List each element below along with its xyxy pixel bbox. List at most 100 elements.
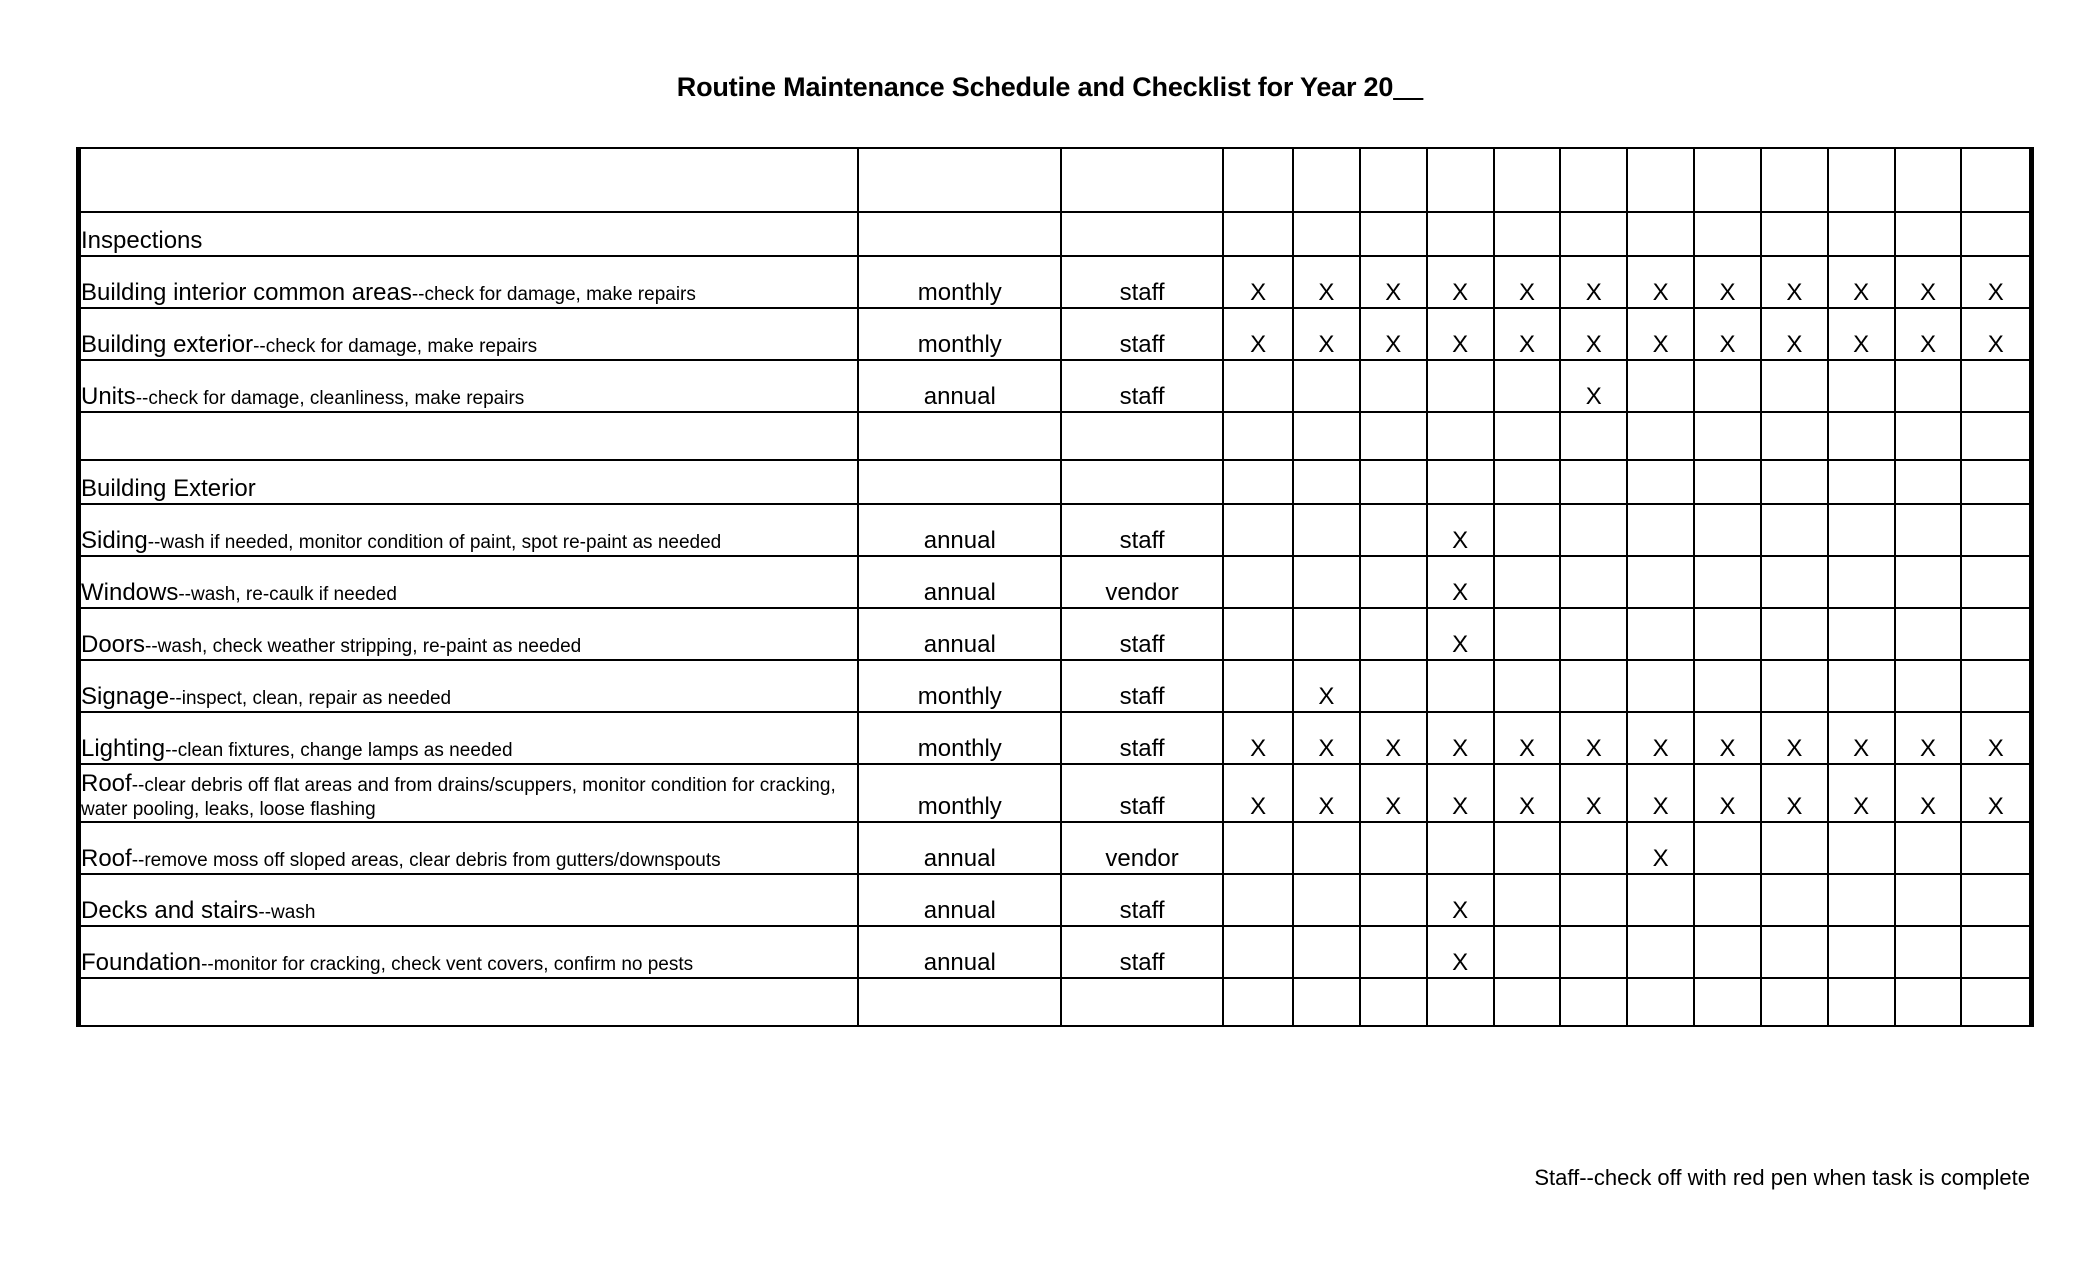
frequency-cell[interactable]: annual [857, 503, 1063, 557]
table-row[interactable]: Building exterior--check for damage, mak… [76, 307, 2035, 361]
month-cell-apr[interactable]: X [1425, 607, 1495, 661]
month-cell-apr[interactable] [1425, 359, 1495, 413]
month-cell-apr[interactable]: X [1425, 503, 1495, 557]
month-cell-aug[interactable]: X [1693, 711, 1762, 765]
month-cell-may[interactable] [1492, 555, 1562, 609]
month-cell-sep[interactable] [1759, 821, 1829, 875]
month-cell-jan[interactable] [1222, 977, 1295, 1027]
month-cell-apr[interactable]: X [1425, 925, 1495, 979]
task-cell[interactable]: Signage--inspect, clean, repair as neede… [76, 659, 860, 713]
frequency-cell[interactable]: monthly [857, 659, 1063, 713]
month-cell-nov[interactable]: X [1893, 255, 1963, 309]
month-cell-may[interactable] [1492, 411, 1562, 461]
month-cell-oct[interactable] [1826, 411, 1896, 461]
month-cell-apr[interactable]: X [1425, 763, 1495, 823]
month-cell-jun[interactable] [1559, 607, 1629, 661]
task-cell[interactable] [76, 977, 860, 1027]
month-cell-oct[interactable] [1826, 359, 1896, 413]
month-cell-jan[interactable] [1222, 359, 1295, 413]
month-cell-dec[interactable]: X [1960, 711, 2035, 765]
task-cell[interactable]: Foundation--monitor for cracking, check … [76, 925, 860, 979]
month-cell-mar[interactable] [1358, 607, 1428, 661]
table-row[interactable]: Roof--clear debris off flat areas and fr… [76, 763, 2035, 823]
month-cell-feb[interactable] [1292, 821, 1361, 875]
month-cell-aug[interactable] [1693, 607, 1762, 661]
frequency-cell[interactable]: monthly [857, 763, 1063, 823]
month-cell-nov[interactable] [1893, 607, 1963, 661]
month-cell-mar[interactable] [1358, 659, 1428, 713]
month-cell-jun[interactable]: X [1559, 307, 1629, 361]
month-cell-feb[interactable] [1292, 607, 1361, 661]
month-cell-may[interactable]: X [1492, 255, 1562, 309]
table-row[interactable]: Foundation--monitor for cracking, check … [76, 925, 2035, 979]
month-cell-oct[interactable] [1826, 659, 1896, 713]
month-cell-mar[interactable]: X [1358, 711, 1428, 765]
month-cell-apr[interactable] [1425, 821, 1495, 875]
month-cell-jul[interactable]: X [1626, 255, 1696, 309]
performed-by-cell[interactable] [1060, 411, 1225, 461]
month-cell-sep[interactable] [1759, 411, 1829, 461]
month-cell-sep[interactable] [1759, 359, 1829, 413]
month-cell-apr[interactable]: X [1425, 873, 1495, 927]
month-cell-jun[interactable]: X [1559, 255, 1629, 309]
month-cell-mar[interactable]: X [1358, 763, 1428, 823]
month-cell-may[interactable] [1492, 977, 1562, 1027]
month-cell-jun[interactable] [1559, 873, 1629, 927]
month-cell-nov[interactable] [1893, 659, 1963, 713]
task-cell[interactable]: Decks and stairs--wash [76, 873, 860, 927]
month-cell-oct[interactable] [1826, 977, 1896, 1027]
month-cell-feb[interactable] [1292, 503, 1361, 557]
month-cell-may[interactable]: X [1492, 711, 1562, 765]
month-cell-jun[interactable] [1559, 503, 1629, 557]
performed-by-cell[interactable] [1060, 977, 1225, 1027]
month-cell-jul[interactable] [1626, 607, 1696, 661]
month-cell-jul[interactable]: X [1626, 711, 1696, 765]
month-cell-jan[interactable]: X [1222, 307, 1295, 361]
month-cell-dec[interactable] [1960, 659, 2035, 713]
month-cell-sep[interactable] [1759, 503, 1829, 557]
frequency-cell[interactable]: annual [857, 359, 1063, 413]
performed-by-cell[interactable]: staff [1060, 925, 1225, 979]
table-blank-row[interactable] [76, 977, 2035, 1027]
month-cell-dec[interactable] [1960, 925, 2035, 979]
month-cell-jul[interactable] [1626, 411, 1696, 461]
month-cell-aug[interactable]: X [1693, 255, 1762, 309]
month-cell-may[interactable] [1492, 659, 1562, 713]
month-cell-feb[interactable] [1292, 873, 1361, 927]
month-cell-jan[interactable]: X [1222, 763, 1295, 823]
month-cell-jan[interactable] [1222, 555, 1295, 609]
month-cell-jan[interactable] [1222, 607, 1295, 661]
month-cell-jan[interactable] [1222, 925, 1295, 979]
performed-by-cell[interactable]: staff [1060, 607, 1225, 661]
frequency-cell[interactable]: annual [857, 873, 1063, 927]
month-cell-oct[interactable]: X [1826, 711, 1896, 765]
month-cell-mar[interactable] [1358, 411, 1428, 461]
month-cell-jun[interactable] [1559, 925, 1629, 979]
month-cell-aug[interactable] [1693, 555, 1762, 609]
month-cell-oct[interactable]: X [1826, 307, 1896, 361]
month-cell-jan[interactable] [1222, 411, 1295, 461]
month-cell-dec[interactable] [1960, 411, 2035, 461]
month-cell-jan[interactable]: X [1222, 255, 1295, 309]
month-cell-sep[interactable]: X [1759, 255, 1829, 309]
month-cell-aug[interactable] [1693, 659, 1762, 713]
task-cell[interactable]: Siding--wash if needed, monitor conditio… [76, 503, 860, 557]
table-row[interactable]: Units--check for damage, cleanliness, ma… [76, 359, 2035, 413]
performed-by-cell[interactable]: staff [1060, 255, 1225, 309]
frequency-cell[interactable]: monthly [857, 711, 1063, 765]
month-cell-jul[interactable] [1626, 925, 1696, 979]
month-cell-jul[interactable] [1626, 359, 1696, 413]
month-cell-may[interactable] [1492, 925, 1562, 979]
frequency-cell[interactable]: annual [857, 925, 1063, 979]
month-cell-dec[interactable] [1960, 977, 2035, 1027]
month-cell-jul[interactable] [1626, 659, 1696, 713]
month-cell-nov[interactable] [1893, 977, 1963, 1027]
month-cell-mar[interactable]: X [1358, 307, 1428, 361]
frequency-cell[interactable] [857, 411, 1063, 461]
month-cell-feb[interactable] [1292, 925, 1361, 979]
month-cell-oct[interactable]: X [1826, 763, 1896, 823]
month-cell-jan[interactable]: X [1222, 711, 1295, 765]
frequency-cell[interactable] [857, 977, 1063, 1027]
task-cell[interactable]: Roof--clear debris off flat areas and fr… [76, 763, 860, 823]
month-cell-jan[interactable] [1222, 821, 1295, 875]
